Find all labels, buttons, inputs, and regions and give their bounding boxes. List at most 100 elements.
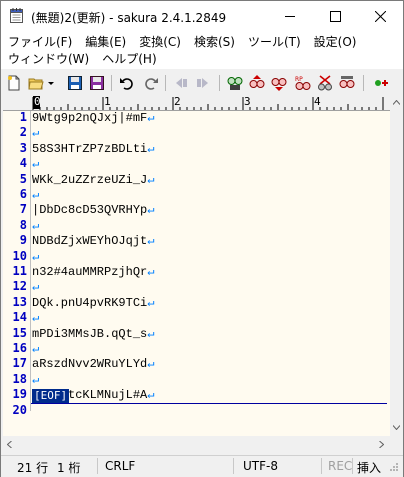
newline-mark-icon: ↵ <box>32 311 40 326</box>
jump-forward-icon <box>197 78 208 88</box>
menu-bar: ファイル(F) 編集(E) 変換(C) 検索(S) ツール(T) 設定(O) ウ… <box>1 31 403 69</box>
open-button[interactable] <box>26 73 46 93</box>
text-line[interactable]: n32#4auMMRPzjhQr↵ <box>32 264 154 279</box>
line-number: 19 <box>12 387 27 402</box>
replace-button[interactable]: RP <box>293 73 313 93</box>
ruler: 0 1 2 3 4 <box>3 95 390 111</box>
text-line[interactable]: ↵ <box>32 372 39 387</box>
line-number: 7 <box>19 202 27 217</box>
undo-button[interactable] <box>117 73 137 93</box>
line-number: 3 <box>19 140 27 155</box>
line-number: 13 <box>12 294 27 309</box>
horizontal-scrollbar[interactable] <box>3 436 390 453</box>
text-line[interactable]: ↵ <box>32 125 39 140</box>
text-line[interactable]: 58S3HTrZP7zBDLti↵ <box>32 141 154 156</box>
line-number: 11 <box>12 264 27 278</box>
save-all-icon <box>90 76 104 90</box>
text-line[interactable]: ↵ <box>32 156 39 171</box>
menu-help[interactable]: ヘルプ(H) <box>95 50 156 68</box>
newline-mark-icon: ↵ <box>147 326 155 341</box>
line-number: 2 <box>19 125 27 140</box>
newline-mark-icon: ↵ <box>147 357 155 372</box>
text-line-content: |DbDc8cD53QVRHYp <box>32 203 148 218</box>
window-title: (無題)2(更新) - sakura 2.4.1.2849 <box>31 11 227 25</box>
maximize-button[interactable] <box>313 1 358 31</box>
line-number: 5 <box>19 171 27 186</box>
settings-button[interactable] <box>371 73 391 93</box>
text-line[interactable]: ↵ <box>32 187 39 202</box>
status-encoding[interactable]: UTF-8 <box>243 459 278 473</box>
title-bar[interactable]: (無題)2(更新) - sakura 2.4.1.2849 <box>1 1 403 31</box>
text-line[interactable]: ↵ <box>32 218 39 233</box>
status-newline[interactable]: CRLF <box>105 459 135 473</box>
editor-area[interactable]: 0 1 2 3 4 1 2 3 4 5 6 7 8 9 10 11 12 13 14 15 16 17 18 19 2… <box>3 95 390 436</box>
status-insert-mode[interactable]: 挿入 <box>357 459 381 476</box>
newline-mark-icon: ↵ <box>32 249 40 264</box>
settings-icon <box>375 80 388 86</box>
newline-mark-icon: ↵ <box>32 218 40 233</box>
text-line[interactable]: |DbDc8cD53QVRHYp↵ <box>32 202 154 217</box>
grep-button[interactable] <box>337 73 357 93</box>
menu-search[interactable]: 検索(S) <box>187 33 235 51</box>
menu-convert[interactable]: 変換(C) <box>132 33 181 51</box>
clear-mark-button[interactable] <box>315 73 335 93</box>
status-separator <box>321 458 322 474</box>
line-number: 1 <box>19 110 27 124</box>
search-button[interactable] <box>225 73 245 93</box>
text-line[interactable]: WKk_2uZZrzeUZi_J↵ <box>32 172 154 187</box>
newline-mark-icon: ↵ <box>147 111 155 125</box>
open-folder-icon <box>28 78 44 90</box>
newline-mark-icon: ↵ <box>147 295 155 310</box>
text-line[interactable]: mPDi3MMsJB.qQt_s↵ <box>32 326 154 341</box>
minimize-button[interactable] <box>268 1 313 31</box>
text-line[interactable]: ↵ <box>32 310 39 325</box>
menu-edit[interactable]: 編集(E) <box>78 33 126 51</box>
line-number-gutter: 1 2 3 4 5 6 7 8 9 10 11 12 13 14 15 16 17 18 19 20 <box>3 110 30 436</box>
newline-mark-icon: ↵ <box>147 203 155 218</box>
close-button[interactable] <box>358 1 403 31</box>
text-line[interactable]: aRszdNvv2WRuYLYd↵ <box>32 356 154 371</box>
find-next-icon <box>271 78 287 91</box>
redo-button[interactable] <box>141 73 161 93</box>
text-line[interactable]: ↵ <box>32 279 39 294</box>
newline-mark-icon: ↵ <box>147 172 155 187</box>
text-line[interactable]: 9Wtg9p2nQJxj|#mF↵ <box>32 110 154 125</box>
resize-grip-icon[interactable] <box>389 462 399 472</box>
find-prev-button[interactable] <box>247 73 267 93</box>
jump-back-icon <box>176 78 187 88</box>
newline-mark-icon: ↵ <box>32 157 40 172</box>
new-file-button[interactable] <box>4 73 24 93</box>
vertical-scrollbar[interactable] <box>390 96 403 436</box>
find-next-button[interactable] <box>269 73 289 93</box>
eof-marker: [EOF] <box>32 389 70 403</box>
jump-back-button[interactable] <box>171 73 191 93</box>
scroll-right-icon[interactable] <box>379 441 384 448</box>
scroll-down-icon[interactable] <box>393 425 400 430</box>
dropdown-arrow-icon <box>48 82 54 85</box>
menu-window[interactable]: ウィンドウ(W) <box>1 50 89 68</box>
newline-mark-icon: ↵ <box>32 342 40 356</box>
open-dropdown-button[interactable] <box>45 73 57 93</box>
scroll-up-icon[interactable] <box>393 100 400 105</box>
menu-file[interactable]: ファイル(F) <box>1 33 72 51</box>
text-line[interactable]: ↵ <box>32 341 39 356</box>
menu-tools[interactable]: ツール(T) <box>241 33 301 51</box>
line-number: 18 <box>12 371 27 386</box>
save-button[interactable] <box>65 73 85 93</box>
text-line[interactable]: NDBdZjxWEYhOJqjt↵ <box>32 233 154 248</box>
newline-mark-icon: ↵ <box>32 188 40 202</box>
redo-icon <box>145 78 158 90</box>
notepad-app-icon[interactable] <box>10 8 23 23</box>
jump-forward-button[interactable] <box>193 73 213 93</box>
text-line[interactable]: DQk.pnU4pvRK9TCi↵ <box>32 295 154 310</box>
status-rec: REC <box>328 459 353 473</box>
newline-mark-icon: ↵ <box>32 372 40 387</box>
app-window: (無題)2(更新) - sakura 2.4.1.2849 ファイル(F) 編集… <box>0 0 404 477</box>
clear-mark-icon <box>318 75 332 91</box>
text-line[interactable]: ↵ <box>32 249 39 264</box>
scroll-left-icon[interactable] <box>7 441 12 448</box>
menu-settings[interactable]: 設定(O) <box>307 33 357 51</box>
save-all-button[interactable] <box>87 73 107 93</box>
text-line-content: WKk_2uZZrzeUZi_J <box>32 172 148 187</box>
line-number: 15 <box>12 325 27 340</box>
